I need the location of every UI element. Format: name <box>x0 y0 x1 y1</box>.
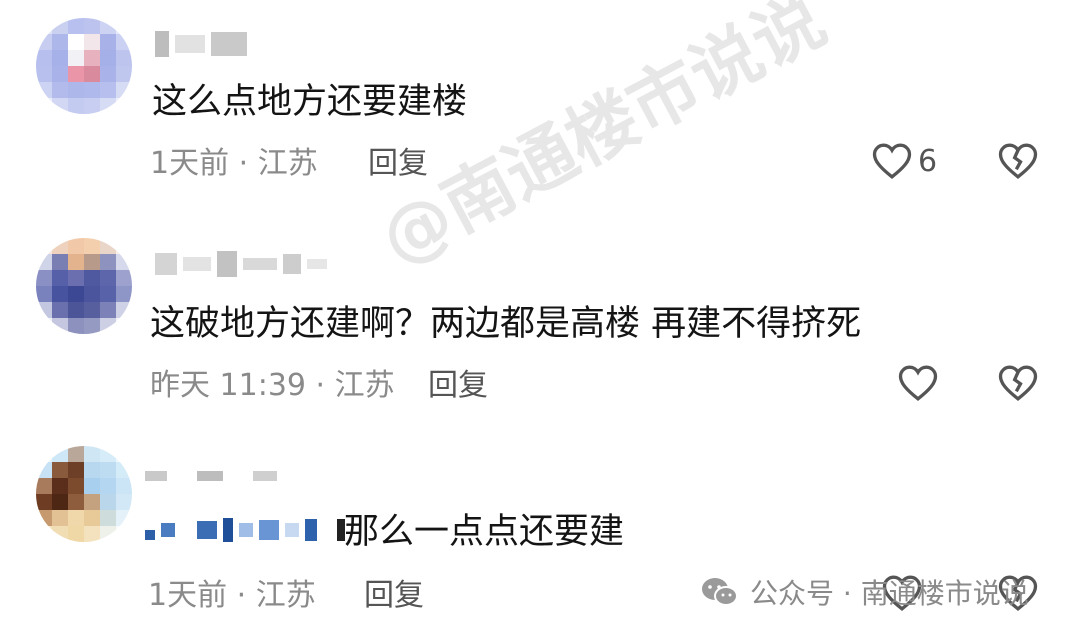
username-blurred[interactable] <box>155 250 327 278</box>
like-button[interactable]: 6 <box>872 142 937 180</box>
watermark-footer-text: 公众号 · 南通楼市说说 <box>750 577 1029 610</box>
avatar[interactable] <box>36 238 132 334</box>
comment-text: 这么点地方还要建楼 <box>152 82 468 122</box>
avatar[interactable] <box>36 18 132 114</box>
dislike-button[interactable] <box>998 142 1038 180</box>
comment-text: 那么一点点还要建 <box>344 512 625 552</box>
dislike-button[interactable] <box>998 364 1038 402</box>
heart-outline-icon <box>898 365 938 401</box>
wechat-icon <box>702 578 738 606</box>
like-count: 6 <box>918 143 938 179</box>
like-button[interactable] <box>898 364 944 402</box>
username-blurred[interactable] <box>145 462 277 490</box>
reply-button[interactable]: 回复 <box>428 366 488 406</box>
comment-meta: 1天前 · 江苏 <box>148 578 316 613</box>
comment-meta: 昨天 11:39 · 江苏 <box>150 368 395 403</box>
comment-text: 这破地方还建啊？两边都是高楼 再建不得挤死 <box>150 304 862 344</box>
reply-button[interactable]: 回复 <box>368 144 428 184</box>
watermark-footer: 公众号 · 南通楼市说说 <box>700 572 1029 612</box>
broken-heart-icon <box>998 143 1038 179</box>
comment-meta: 1天前 · 江苏 <box>150 146 318 181</box>
username-blurred[interactable] <box>155 30 247 58</box>
reply-button[interactable]: 回复 <box>364 576 424 616</box>
avatar[interactable] <box>36 446 132 542</box>
heart-outline-icon <box>872 143 912 179</box>
mention-blurred[interactable] <box>145 514 345 546</box>
watermark-center: @南通楼市说说 <box>367 0 839 281</box>
broken-heart-icon <box>998 365 1038 401</box>
